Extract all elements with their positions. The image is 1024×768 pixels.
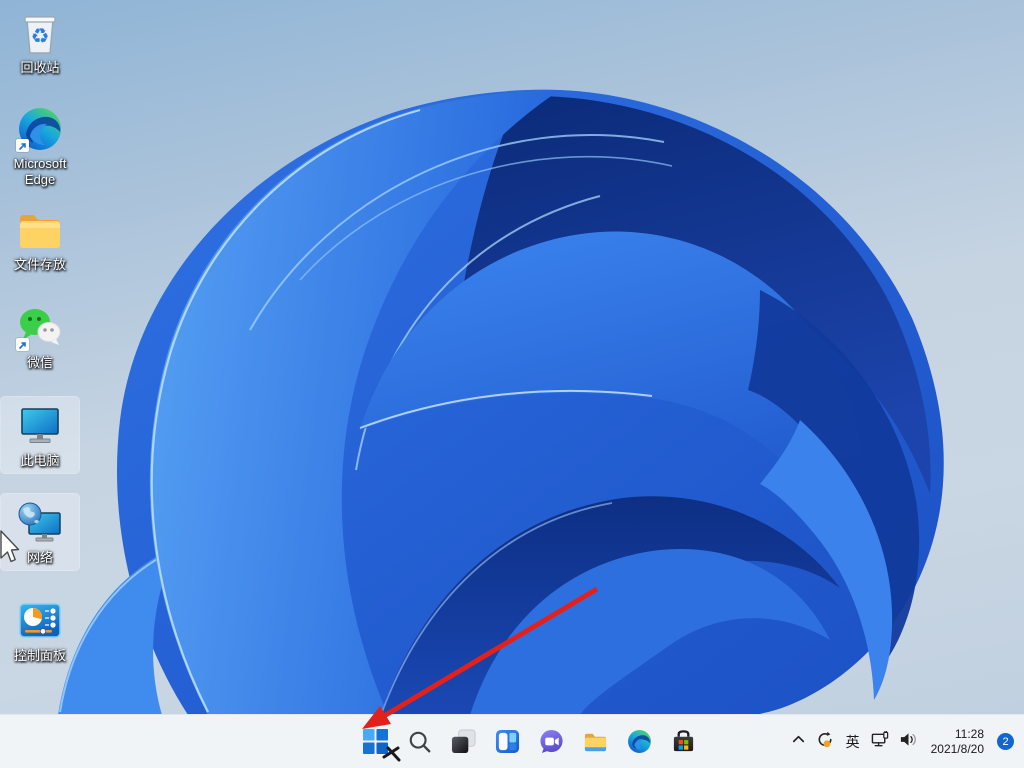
desktop-icon-label: 微信: [26, 355, 53, 370]
desktop-icon-wechat[interactable]: 微信: [1, 299, 79, 375]
microsoft-store-icon: [673, 730, 694, 752]
clock[interactable]: 11:28 2021/8/20: [931, 727, 984, 757]
desktop-icon-control-panel[interactable]: 控制面板: [1, 592, 79, 668]
wallpaper-bloom: [58, 89, 944, 715]
start-button[interactable]: [359, 722, 392, 762]
task-view-icon: [451, 729, 476, 754]
tray-chevron-up-icon[interactable]: [790, 731, 807, 753]
desktop-icon-microsoft-edge[interactable]: Microsoft Edge: [1, 100, 79, 191]
task-view-button[interactable]: [447, 722, 480, 762]
svg-text:♻: ♻: [31, 24, 50, 48]
widgets-icon: [495, 729, 520, 754]
desktop-icon-this-pc[interactable]: 此电脑: [0, 396, 80, 474]
shortcut-arrow-icon: [16, 338, 29, 351]
tray-network-icon[interactable]: [871, 730, 890, 754]
system-tray: 英 11:28 2021/8/20 2: [790, 715, 1014, 768]
store-button[interactable]: [667, 722, 700, 762]
desktop-icon-label: Microsoft Edge: [13, 156, 67, 187]
edge-icon: [16, 105, 64, 153]
file-explorer-icon: [584, 733, 607, 752]
chat-icon: [540, 729, 563, 754]
desktop-icon-label: 文件存放: [13, 257, 66, 272]
recycle-bin-icon: ♻: [16, 9, 64, 57]
taskbar-center-group: [359, 715, 700, 768]
windows-start-icon: [363, 729, 388, 754]
desktop-icon-network[interactable]: 网络: [0, 493, 80, 571]
edge-button[interactable]: [623, 722, 656, 762]
shortcut-arrow-icon: [16, 139, 29, 152]
widgets-button[interactable]: [491, 722, 524, 762]
folder-icon: [16, 206, 64, 254]
ime-language-indicator[interactable]: 英: [844, 732, 862, 752]
desktop-icon-label: 回收站: [20, 60, 60, 75]
tray-volume-icon[interactable]: [899, 730, 918, 754]
wechat-icon: [16, 304, 64, 352]
edge-icon: [628, 730, 651, 753]
desktop-icon-file-folder[interactable]: 文件存放: [1, 201, 79, 277]
notification-count-badge[interactable]: 2: [997, 733, 1014, 750]
annotation-overlay: [0, 530, 599, 762]
clock-time: 11:28: [954, 726, 984, 741]
clock-date: 2021/8/20: [930, 741, 984, 756]
desktop-icon-label: 此电脑: [20, 453, 60, 468]
desktop-icon-label: 网络: [26, 550, 53, 565]
desktop-icon-recycle-bin[interactable]: ♻ 回收站: [1, 4, 79, 80]
file-explorer-button[interactable]: [579, 722, 612, 762]
search-button[interactable]: [403, 722, 436, 762]
this-pc-icon: [16, 402, 64, 450]
desktop-icon-label: 控制面板: [13, 648, 66, 663]
control-panel-icon: [16, 597, 64, 645]
red-arrow-annotation: [362, 586, 599, 729]
network-icon: [16, 499, 64, 547]
taskbar: 英 11:28 2021/8/20 2: [0, 714, 1024, 768]
search-icon: [409, 731, 430, 752]
tray-update-icon[interactable]: [816, 730, 835, 754]
windows11-desktop: ♻ 回收站 Microsoft Edge 文件存放 微信 此电脑 网络 控制面板…: [0, 0, 1024, 768]
chat-button[interactable]: [535, 722, 568, 762]
